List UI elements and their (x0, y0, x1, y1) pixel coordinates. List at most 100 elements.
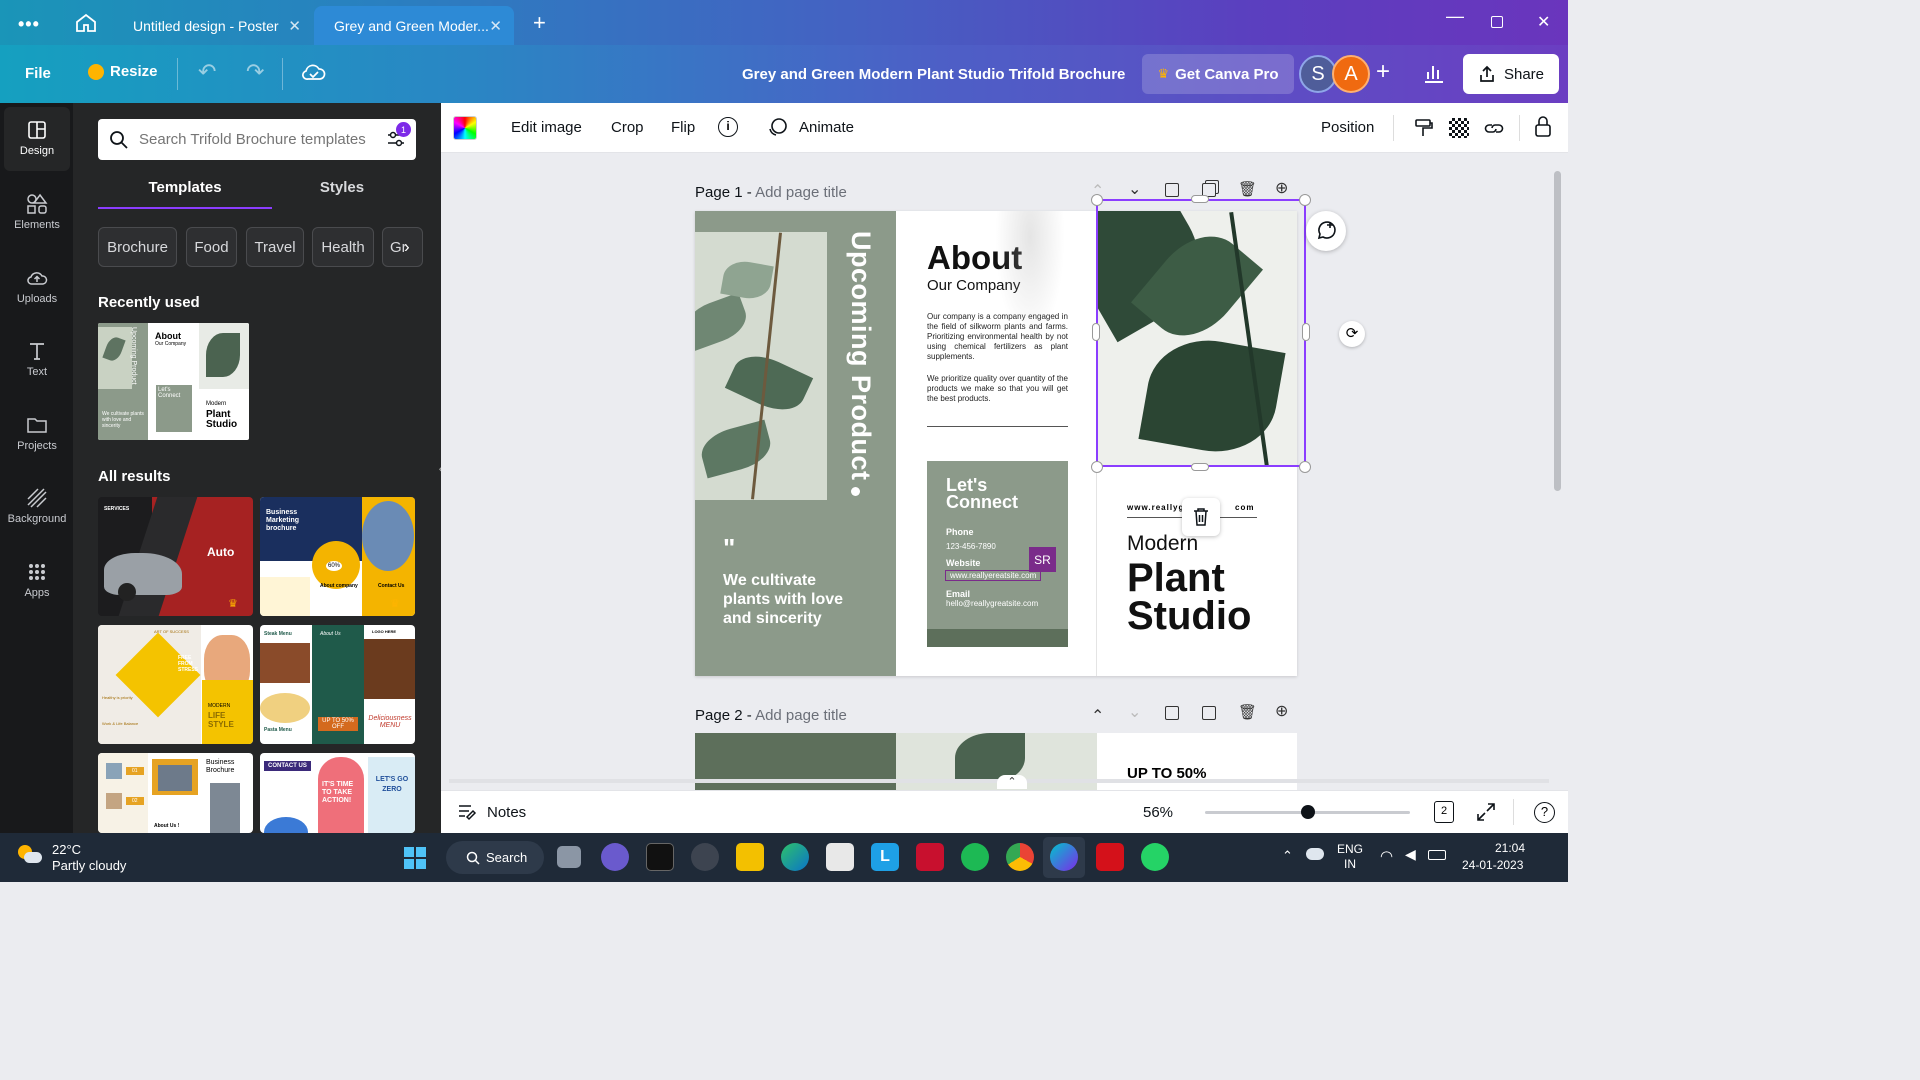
page-count-button[interactable]: 2 (1434, 801, 1454, 823)
add-page-icon[interactable]: ⊕ (1275, 701, 1288, 721)
plant-photo-left[interactable] (695, 232, 827, 500)
add-collaborator-icon[interactable]: + (1376, 58, 1390, 86)
add-comment-button[interactable] (1306, 211, 1346, 251)
edge-icon[interactable] (781, 843, 809, 871)
sidebar-item-apps[interactable]: Apps (4, 549, 70, 613)
animate-button[interactable]: Animate (767, 116, 854, 138)
clock-time[interactable]: 21:04 (1495, 841, 1525, 855)
sidebar-item-text[interactable]: Text (4, 328, 70, 392)
resize-handle[interactable] (1302, 323, 1310, 341)
terminal-app-icon[interactable] (646, 843, 674, 871)
language-indicator[interactable]: ENG IN (1337, 842, 1363, 872)
store-icon[interactable] (826, 843, 854, 871)
chevron-up-icon[interactable]: ⌃ (1091, 706, 1104, 726)
quote-text[interactable]: We cultivate plants with love and sincer… (723, 571, 863, 628)
acrobat-icon[interactable] (1096, 843, 1124, 871)
edit-image-button[interactable]: Edit image (511, 119, 582, 136)
get-canva-pro-button[interactable]: ♛ Get Canva Pro (1142, 54, 1294, 94)
volume-icon[interactable]: ◀ (1405, 846, 1416, 863)
add-page-icon[interactable]: ⊕ (1275, 178, 1288, 198)
undo-icon[interactable]: ↶ (198, 59, 216, 85)
clock-date[interactable]: 24-01-2023 (1462, 858, 1523, 872)
scroll-up-chevron-icon[interactable]: ⌃ (997, 775, 1027, 789)
template-business-brochure[interactable]: 01 02 About Us ! Business Brochure (98, 753, 253, 833)
connect-box[interactable]: Let's Connect Phone 123-456-7890 Website… (927, 461, 1068, 647)
filter-icon[interactable]: 1 (386, 122, 411, 148)
tray-network-cloud-icon[interactable] (1306, 848, 1324, 860)
sidebar-item-elements[interactable]: Elements (4, 181, 70, 245)
wifi-icon[interactable]: ◠ (1380, 847, 1393, 865)
chrome-icon[interactable] (1006, 843, 1034, 871)
lock-page-icon[interactable] (1165, 706, 1179, 720)
fullscreen-icon[interactable] (1476, 802, 1496, 822)
lock-icon[interactable] (1533, 115, 1553, 139)
zoom-slider-thumb[interactable] (1300, 805, 1315, 819)
tab-styles[interactable]: Styles (272, 179, 412, 209)
resize-button[interactable]: Resize (88, 63, 158, 80)
resize-handle[interactable] (1299, 461, 1311, 473)
crop-button[interactable]: Crop (611, 119, 644, 136)
about-paragraph-2[interactable]: We prioritize quality over quantity of t… (927, 374, 1068, 404)
vertical-scrollbar[interactable] (1554, 171, 1561, 491)
file-menu[interactable]: File (25, 65, 51, 82)
start-button[interactable] (404, 847, 426, 869)
delete-element-button[interactable] (1182, 498, 1220, 536)
paint-roller-icon[interactable] (1413, 117, 1435, 139)
duplicate-page-icon[interactable] (1202, 706, 1216, 720)
l-app-icon[interactable]: L (871, 843, 899, 871)
close-icon[interactable]: ✕ (288, 17, 301, 35)
window-close-icon[interactable]: ✕ (1537, 12, 1550, 32)
page2-title-input[interactable]: Add page title (755, 707, 847, 724)
tray-chevron-up-icon[interactable]: ⌃ (1282, 848, 1293, 864)
recent-template-thumb[interactable]: Upcoming Product We cultivate plants wit… (98, 323, 249, 440)
chip-brochure[interactable]: Brochure (98, 227, 177, 267)
weather-desc[interactable]: Partly cloudy (52, 858, 126, 873)
spotify-icon[interactable] (961, 843, 989, 871)
search-box[interactable]: 1 (98, 119, 416, 160)
new-tab-plus-icon[interactable]: + (533, 10, 546, 36)
canva-icon[interactable] (1050, 843, 1078, 871)
template-auto[interactable]: SERVICES Auto ♛ (98, 497, 253, 616)
zoom-slider-track[interactable] (1205, 805, 1410, 819)
github-icon[interactable] (691, 843, 719, 871)
panel-collapse-handle[interactable]: ‹ (429, 423, 441, 513)
redo-icon[interactable]: ↷ (246, 59, 264, 85)
tab-untitled-poster[interactable]: Untitled design - Poster ✕ (113, 6, 313, 45)
notes-button[interactable]: Notes (457, 803, 526, 821)
resize-handle[interactable] (1091, 194, 1103, 206)
link-icon[interactable] (1483, 117, 1505, 139)
taskbar-search[interactable]: Search (446, 841, 544, 874)
lock-page-icon[interactable] (1165, 183, 1179, 197)
template-food-menu[interactable]: Steak Menu Pasta Menu About Us UP TO 50%… (260, 625, 415, 744)
search-input[interactable] (139, 131, 379, 148)
minimize-icon[interactable]: — (1446, 6, 1464, 27)
selection-frame[interactable] (1096, 199, 1306, 467)
resize-handle[interactable] (1091, 461, 1103, 473)
vertical-title[interactable]: Upcoming Product (845, 231, 876, 481)
template-business-marketing[interactable]: 60% Business Marketing brochure About co… (260, 497, 415, 616)
zoom-value[interactable]: 56% (1143, 804, 1173, 821)
meet-icon[interactable] (601, 843, 629, 871)
chip-travel[interactable]: Travel (246, 227, 304, 267)
more-menu-icon[interactable]: ••• (18, 14, 40, 35)
chip-food[interactable]: Food (186, 227, 237, 267)
file-explorer-icon[interactable] (736, 843, 764, 871)
task-view-icon[interactable] (557, 846, 581, 868)
sidebar-item-design[interactable]: Design (4, 107, 70, 171)
avatar-a[interactable]: A (1332, 55, 1370, 93)
flip-button[interactable]: Flip (671, 119, 695, 136)
sidebar-item-uploads[interactable]: Uploads (4, 255, 70, 319)
sidebar-item-background[interactable]: Background (4, 475, 70, 539)
delete-page-icon[interactable]: 🗑 (1238, 703, 1257, 721)
chevron-right-icon[interactable]: › (404, 237, 410, 257)
help-icon[interactable]: ? (1534, 802, 1555, 823)
rotate-handle[interactable]: ⟳ (1339, 321, 1365, 347)
chip-more[interactable]: Gr (382, 227, 423, 267)
template-take-action[interactable]: CONTACT US IT'S TIME TO TAKE ACTION! LET… (260, 753, 415, 833)
sidebar-item-projects[interactable]: Projects (4, 402, 70, 466)
cloud-saved-icon[interactable] (302, 62, 326, 82)
page1-title-input[interactable]: Add page title (755, 184, 847, 201)
resize-handle[interactable] (1299, 194, 1311, 206)
document-title[interactable]: Grey and Green Modern Plant Studio Trifo… (742, 66, 1125, 83)
close-icon[interactable]: ✕ (489, 17, 502, 35)
